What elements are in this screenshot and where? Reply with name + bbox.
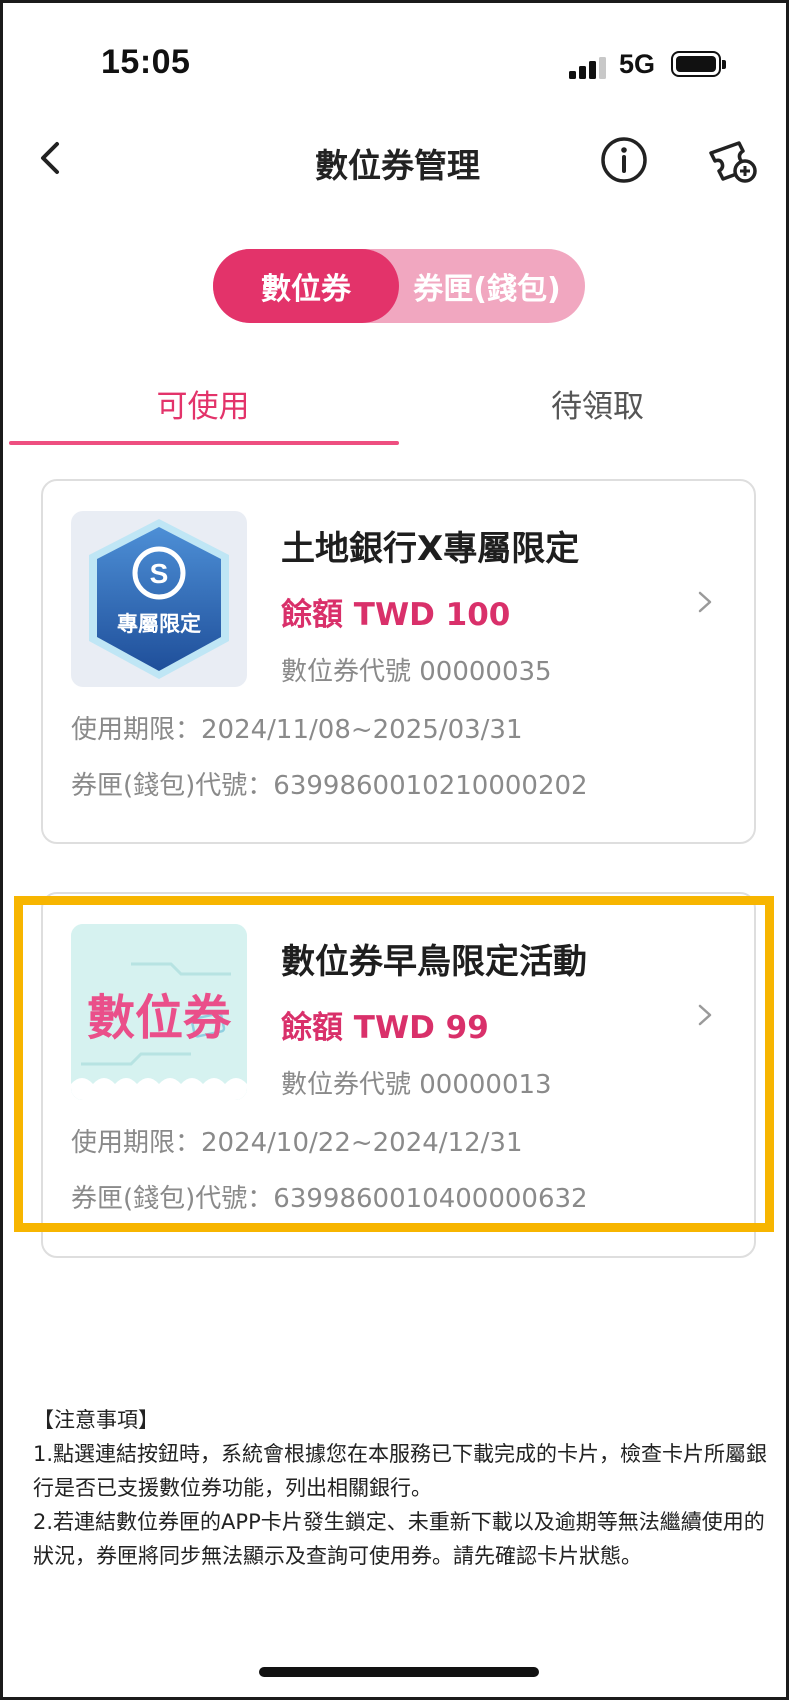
phone-screen: 15:05 5G 數位券管理 券匣(錢包) 數位券 可使用 待領取 S 專屬限定… [0,0,789,1700]
tab-pending[interactable]: 待領取 [403,381,789,426]
wallet-code: 券匣(錢包)代號：6399860010210000202 [71,771,588,801]
status-time: 15:05 [101,43,191,81]
page-title: 數位券管理 [315,146,480,185]
network-type: 5G [619,49,656,79]
notice-item: 1.點選連結按鈕時，系統會根據您在本服務已下載完成的卡片，檢查卡片所屬銀行是否已… [33,1442,768,1500]
coupon-wallet-segment: 券匣(錢包) 數位券 [213,249,585,323]
info-icon[interactable] [599,135,649,185]
segment-wallet[interactable]: 券匣(錢包) [389,249,585,323]
battery-icon [671,51,726,77]
coupon-code: 數位券代號 00000035 [281,657,552,687]
coupon-title: 土地銀行X專屬限定 [281,529,580,569]
coupon-card[interactable]: S 專屬限定 土地銀行X專屬限定 餘額 TWD 100 數位券代號 000000… [41,479,756,844]
coupon-thumbnail: S 專屬限定 [71,511,247,687]
notice-header: 【注意事項】 [33,1408,159,1432]
thumb-caption: 專屬限定 [117,612,201,636]
highlight-box [14,896,774,1232]
cellular-signal-icon [569,57,609,79]
notice-item: 2.若連結數位券匣的APP卡片發生鎖定、未重新下載以及逾期等無法繼續使用的狀況，… [33,1510,765,1568]
active-tab-indicator [9,441,399,445]
segment-coupon[interactable]: 數位券 [213,249,399,323]
coupon-period: 使用期限：2024/11/08~2025/03/31 [71,715,523,745]
thumb-letter: S [150,558,169,589]
coupon-balance: 餘額 TWD 100 [281,597,511,633]
home-indicator [259,1667,539,1677]
ticket-add-icon[interactable] [705,135,761,187]
tab-available[interactable]: 可使用 [3,381,403,426]
notice-section: 【注意事項】 1.點選連結按鈕時，系統會根據您在本服務已下載完成的卡片，檢查卡片… [33,1403,773,1573]
chevron-right-icon [693,585,717,619]
